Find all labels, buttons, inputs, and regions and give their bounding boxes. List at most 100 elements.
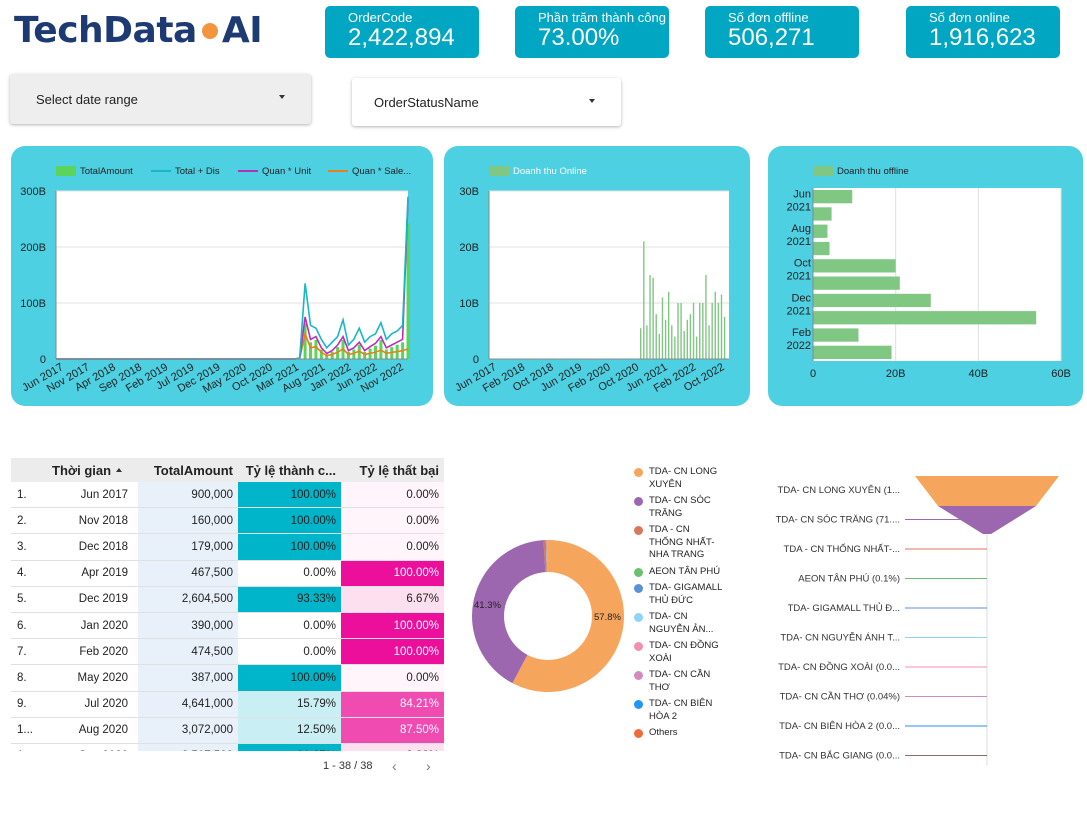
row-fail-rate: 100.00% xyxy=(341,639,444,665)
funnel-label: TDA- CN BẮC GIANG (0.0... xyxy=(779,751,900,762)
funnel-label: TDA- CN LONG XUYÊN (1... xyxy=(778,485,900,496)
table-row[interactable]: 5. Dec 2019 2,604,500 93.33% 6.67% xyxy=(11,586,444,613)
bar-offline xyxy=(813,345,892,359)
row-fail-rate: 84.21% xyxy=(341,691,444,717)
techdata-logo: TechData AI xyxy=(14,10,263,51)
table-row[interactable]: 9. Jul 2020 4,641,000 15.79% 84.21% xyxy=(11,691,444,718)
legend-label: Quan * Sale... xyxy=(352,166,411,177)
logo-text: TechData xyxy=(14,10,197,51)
row-index: 1... xyxy=(17,724,33,737)
legend-item[interactable]: TDA- GIGAMALL THỦ ĐỨC xyxy=(634,582,724,607)
table-row[interactable]: 7. Feb 2020 474,500 0.00% 100.00% xyxy=(11,639,444,666)
legend-item[interactable]: Others xyxy=(634,727,724,740)
legend-item[interactable]: TDA- CN LONG XUYÊN xyxy=(634,466,724,491)
row-amount: 2,604,500 xyxy=(138,586,238,612)
pagination-label: 1 - 38 / 38 xyxy=(323,760,373,772)
bar-offline xyxy=(813,276,900,290)
row-amount: 387,000 xyxy=(138,665,238,691)
legend-item[interactable]: TDA- CN NGUYỄN ẢN... xyxy=(634,611,724,636)
row-index: 6. xyxy=(17,619,27,632)
row-fail-rate: 6.67% xyxy=(341,586,444,612)
row-success-rate: 100.00% xyxy=(238,665,341,691)
legend-swatch xyxy=(813,166,833,176)
bar-online xyxy=(671,325,673,359)
legend-label: TDA - CN THỐNG NHẤT-NHA TRANG xyxy=(649,524,715,560)
legend-item[interactable]: TDA- CN CẦN THƠ xyxy=(634,669,724,694)
bar-online xyxy=(720,294,723,359)
col-header-amount[interactable]: TotalAmount xyxy=(138,458,238,482)
table-row[interactable]: 8. May 2020 387,000 100.00% 0.00% xyxy=(11,665,444,692)
bar-online xyxy=(661,297,664,359)
chevron-down-icon xyxy=(279,95,285,99)
row-success-rate: 12.50% xyxy=(238,717,341,743)
bar-online xyxy=(649,275,651,359)
row-date: Dec 2018 xyxy=(78,540,128,553)
legend-label: Others xyxy=(649,727,678,738)
bar-online xyxy=(692,303,695,359)
next-page-icon[interactable]: › xyxy=(426,758,431,774)
sort-asc-icon xyxy=(116,468,123,472)
col-header-success-rate[interactable]: Tỷ lệ thành c... xyxy=(238,458,341,482)
row-amount: 900,000 xyxy=(138,482,238,508)
row-success-rate: 0.00% xyxy=(238,612,341,639)
table-row[interactable]: 6. Jan 2020 390,000 0.00% 100.00% xyxy=(11,612,444,640)
row-index: 8. xyxy=(17,671,27,684)
col-header-fail-rate[interactable]: Tỷ lệ thất bại xyxy=(341,458,444,482)
legend-item[interactable]: TDA- CN BIÊN HÒA 2 xyxy=(634,698,724,723)
funnel-label: AEON TÂN PHÚ (0.1%) xyxy=(798,574,900,585)
legend-label: Total + Dis xyxy=(175,166,220,177)
bar-online xyxy=(655,314,657,359)
row-amount: 2,517,500 xyxy=(138,743,238,751)
row-date: Dec 2019 xyxy=(78,593,128,606)
y-tick-label: Jun xyxy=(793,189,811,201)
bar-offline xyxy=(813,328,859,342)
row-fail-rate: 100.00% xyxy=(341,560,444,586)
logo-ai-text: AI xyxy=(221,10,263,51)
date-range-label: Select date range xyxy=(36,91,138,107)
table-row[interactable]: 4. Apr 2019 467,500 0.00% 100.00% xyxy=(11,560,444,587)
table-row[interactable]: 3. Dec 2018 179,000 100.00% 0.00% xyxy=(11,534,444,561)
table-row[interactable]: 1. Jun 2017 900,000 100.00% 0.00% xyxy=(11,482,444,509)
bar-online xyxy=(640,328,642,359)
bar-online xyxy=(717,303,720,359)
kpi-online-orders: Số đơn online 1,916,623 xyxy=(906,6,1060,58)
bar-online xyxy=(711,303,713,359)
bar-online xyxy=(664,319,667,359)
row-success-rate: 91.67% xyxy=(238,743,341,751)
table-row[interactable]: 1...Sep 20202,517,50091.67%8.33% xyxy=(11,743,444,751)
y-tick-label: 2021 xyxy=(787,202,811,214)
bar-offline xyxy=(813,241,830,256)
donut-label: 41.3% xyxy=(474,600,501,611)
row-date: Nov 2018 xyxy=(78,514,128,527)
legend-swatch xyxy=(634,526,643,535)
row-amount: 179,000 xyxy=(138,534,238,560)
order-status-dropdown[interactable]: OrderStatusName xyxy=(352,78,621,126)
legend-item[interactable]: AEON TÂN PHÚ xyxy=(634,566,724,579)
bar-online xyxy=(652,277,654,359)
table-header: Thời gian TotalAmount Tỷ lệ thành c... T… xyxy=(11,458,444,482)
bar-online xyxy=(643,241,645,359)
row-index: 9. xyxy=(17,698,27,711)
row-fail-rate: 0.00% xyxy=(341,665,444,691)
legend-label: TDA- CN BIÊN HÒA 2 xyxy=(649,698,713,722)
row-fail-rate: 0.00% xyxy=(341,482,444,508)
bar-online xyxy=(646,325,648,359)
y-tick-label: Feb xyxy=(792,327,811,339)
col-header-time[interactable]: Thời gian xyxy=(48,458,138,482)
table-row[interactable]: 2. Nov 2018 160,000 100.00% 0.00% xyxy=(11,508,444,535)
legend-item[interactable]: TDA- CN ĐỒNG XOÀI xyxy=(634,640,724,665)
legend-item[interactable]: TDA- CN SÓC TRĂNG xyxy=(634,495,724,520)
table-row[interactable]: 1... Aug 2020 3,072,000 12.50% 87.50% xyxy=(11,717,444,744)
y-tick-label: 0 xyxy=(40,354,46,366)
bar-offline xyxy=(813,293,931,308)
row-fail-rate: 8.33% xyxy=(341,743,444,751)
legend-item[interactable]: TDA - CN THỐNG NHẤT-NHA TRANG xyxy=(634,524,724,562)
row-success-rate: 0.00% xyxy=(238,560,341,586)
legend-label: TDA- CN NGUYỄN ẢN... xyxy=(649,611,714,635)
legend-label: TDA- CN CẦN THƠ xyxy=(649,669,711,693)
funnel-label: TDA- CN CẦN THƠ (0.04%) xyxy=(780,692,900,703)
bar-online xyxy=(677,303,679,359)
bar-offline xyxy=(813,224,828,238)
prev-page-icon[interactable]: ‹ xyxy=(392,758,397,774)
date-range-picker[interactable]: Select date range xyxy=(10,74,311,124)
